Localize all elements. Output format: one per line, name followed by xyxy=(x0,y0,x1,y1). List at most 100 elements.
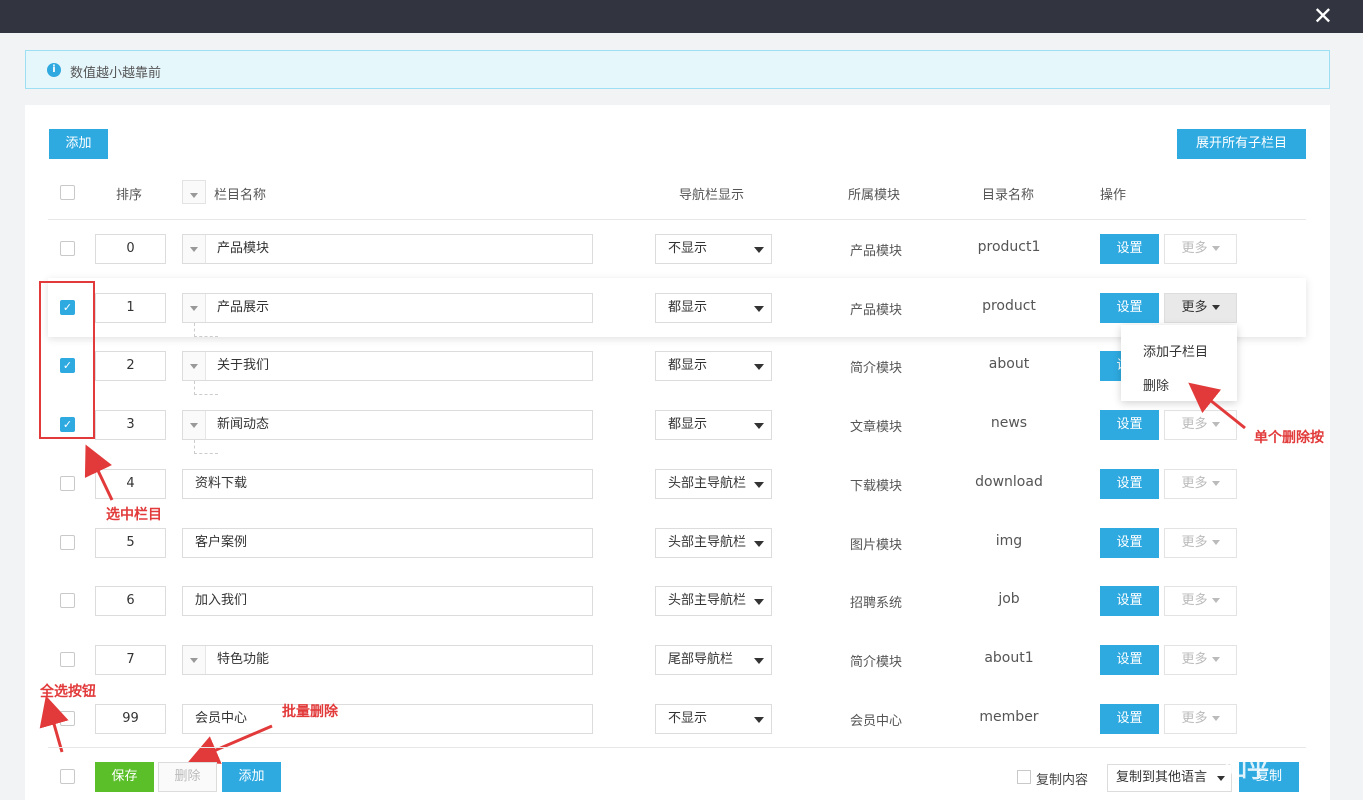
directory-cell: download xyxy=(975,474,1043,490)
directory-cell: job xyxy=(998,591,1020,607)
nav-display-select[interactable]: 尾部导航栏 xyxy=(655,645,772,675)
row-checkbox[interactable] xyxy=(60,476,75,491)
settings-button[interactable]: 设置 xyxy=(1100,645,1159,675)
nav-display-select[interactable]: 头部主导航栏 xyxy=(655,586,772,616)
column-name-text: 客户案例 xyxy=(195,535,248,550)
close-icon[interactable]: ✕ xyxy=(1313,4,1333,28)
more-button-label: 更多 xyxy=(1181,417,1208,432)
chevron-down-icon[interactable] xyxy=(183,352,206,380)
more-button[interactable]: 更多 xyxy=(1164,234,1237,264)
more-button[interactable]: 更多 xyxy=(1164,704,1237,734)
expand-all-button[interactable]: 展开所有子栏目 xyxy=(1177,129,1306,159)
directory-cell: product xyxy=(982,298,1036,314)
more-button-label: 更多 xyxy=(1181,593,1208,608)
settings-button[interactable]: 设置 xyxy=(1100,234,1159,264)
nav-display-select[interactable]: 不显示 xyxy=(655,704,772,734)
more-button[interactable]: 更多 xyxy=(1164,469,1237,499)
sort-order-input[interactable]: 1 xyxy=(95,293,166,323)
sort-order-input[interactable]: 2 xyxy=(95,351,166,381)
chevron-down-icon[interactable] xyxy=(183,646,206,674)
module-cell: 招聘系统 xyxy=(849,596,902,611)
column-name-input[interactable]: 产品展示 xyxy=(182,293,593,323)
more-button-label: 更多 xyxy=(1181,711,1208,726)
module-cell: 简介模块 xyxy=(849,361,902,376)
directory-cell: img xyxy=(995,533,1023,549)
settings-button[interactable]: 设置 xyxy=(1100,528,1159,558)
nav-display-select[interactable]: 都显示 xyxy=(655,293,772,323)
more-button[interactable]: 更多 xyxy=(1164,410,1237,440)
menu-item-add-child[interactable]: 添加子栏目 xyxy=(1143,341,1208,360)
more-button-label: 更多 xyxy=(1181,300,1208,315)
more-dropdown-menu: 添加子栏目 删除 xyxy=(1121,325,1237,401)
more-button-label: 更多 xyxy=(1181,652,1208,667)
settings-button[interactable]: 设置 xyxy=(1100,704,1159,734)
sort-order-input[interactable]: 4 xyxy=(95,469,166,499)
expand-toggle-icon[interactable] xyxy=(182,180,206,204)
chevron-down-icon[interactable] xyxy=(183,411,206,439)
sort-order-input[interactable]: 6 xyxy=(95,586,166,616)
row-checkbox[interactable] xyxy=(60,652,75,667)
module-cell: 产品模块 xyxy=(849,244,902,259)
chevron-down-icon xyxy=(1211,598,1220,603)
copy-content-checkbox[interactable] xyxy=(1017,770,1031,784)
column-name-text: 新闻动态 xyxy=(217,417,270,432)
settings-button[interactable]: 设置 xyxy=(1100,469,1159,499)
row-checkbox[interactable] xyxy=(60,711,75,726)
more-button-label: 更多 xyxy=(1181,241,1208,256)
chevron-down-icon[interactable] xyxy=(183,294,206,322)
annotation-select-all: 全选按钮 xyxy=(40,684,96,700)
more-button[interactable]: 更多 xyxy=(1164,293,1237,323)
module-cell: 文章模块 xyxy=(849,420,902,435)
row-checkbox[interactable] xyxy=(60,241,75,256)
menu-item-delete[interactable]: 删除 xyxy=(1143,375,1169,394)
more-button[interactable]: 更多 xyxy=(1164,586,1237,616)
save-button[interactable]: 保存 xyxy=(95,762,154,792)
settings-button[interactable]: 设置 xyxy=(1100,293,1159,323)
directory-cell: member xyxy=(979,709,1039,725)
settings-button[interactable]: 设置 xyxy=(1100,410,1159,440)
sort-order-input[interactable]: 0 xyxy=(95,234,166,264)
directory-cell: product1 xyxy=(977,239,1041,255)
sort-order-input[interactable]: 99 xyxy=(95,704,166,734)
nav-display-select[interactable]: 不显示 xyxy=(655,234,772,264)
annotation-highlight-box xyxy=(39,281,95,439)
more-button-label: 更多 xyxy=(1181,535,1208,550)
sort-order-input[interactable]: 3 xyxy=(95,410,166,440)
nav-display-select[interactable]: 头部主导航栏 xyxy=(655,528,772,558)
column-name-input[interactable]: 会员中心 xyxy=(182,704,593,734)
annotation-select-columns: 选中栏目 xyxy=(106,507,162,523)
column-name-text: 产品模块 xyxy=(217,241,270,256)
sort-order-input[interactable]: 5 xyxy=(95,528,166,558)
column-name-input[interactable]: 客户案例 xyxy=(182,528,593,558)
nav-display-select[interactable]: 都显示 xyxy=(655,351,772,381)
settings-button[interactable]: 设置 xyxy=(1100,586,1159,616)
annotation-batch-delete: 批量删除 xyxy=(282,704,338,720)
footer-select-all-checkbox[interactable] xyxy=(60,769,75,784)
column-name-input[interactable]: 资料下载 xyxy=(182,469,593,499)
nav-display-select[interactable]: 都显示 xyxy=(655,410,772,440)
chevron-down-icon[interactable] xyxy=(183,235,206,263)
column-name-text: 会员中心 xyxy=(195,711,248,726)
sort-order-input[interactable]: 7 xyxy=(95,645,166,675)
column-header-nav: 导航栏显示 xyxy=(679,188,745,203)
more-button[interactable]: 更多 xyxy=(1164,645,1237,675)
chevron-down-icon xyxy=(1211,716,1220,721)
header-select-all-checkbox[interactable] xyxy=(60,185,75,200)
column-name-input[interactable]: 特色功能 xyxy=(182,645,593,675)
annotation-single-delete: 单个删除按 xyxy=(1254,430,1324,446)
column-name-input[interactable]: 关于我们 xyxy=(182,351,593,381)
column-name-input[interactable]: 产品模块 xyxy=(182,234,593,264)
row-checkbox[interactable] xyxy=(60,593,75,608)
nav-display-select[interactable]: 头部主导航栏 xyxy=(655,469,772,499)
batch-delete-button[interactable]: 删除 xyxy=(158,762,217,792)
add-button[interactable]: 添加 xyxy=(49,129,108,159)
copy-to-language-select[interactable]: 复制到其他语言 xyxy=(1107,764,1232,792)
column-name-input[interactable]: 加入我们 xyxy=(182,586,593,616)
column-name-text: 加入我们 xyxy=(195,593,248,608)
row-checkbox[interactable] xyxy=(60,535,75,550)
column-name-input[interactable]: 新闻动态 xyxy=(182,410,593,440)
footer-add-button[interactable]: 添加 xyxy=(222,762,281,792)
more-button[interactable]: 更多 xyxy=(1164,528,1237,558)
header-divider xyxy=(48,219,1306,220)
column-header-module: 所属模块 xyxy=(848,188,901,203)
